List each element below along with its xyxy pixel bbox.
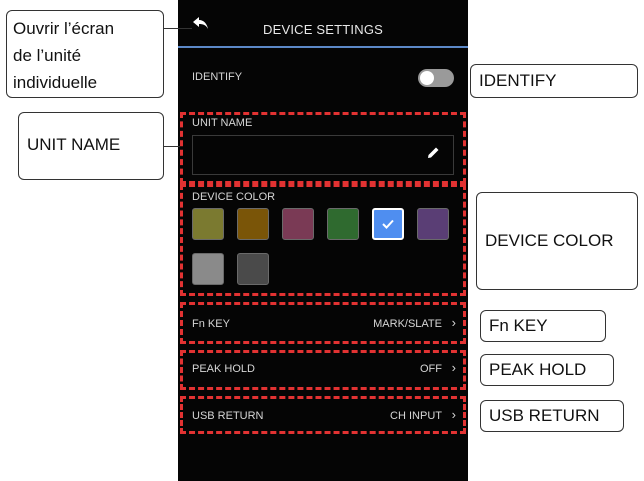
device-color-highlight <box>180 184 466 296</box>
peak-hold-highlight <box>180 350 466 390</box>
callout-fn-key: Fn KEY <box>480 310 606 342</box>
usb-return-highlight <box>180 396 466 434</box>
callout-leader <box>164 146 180 147</box>
fn-key-highlight <box>180 302 466 344</box>
identify-label: IDENTIFY <box>192 71 243 83</box>
identify-toggle[interactable] <box>418 69 454 87</box>
callout-identify: IDENTIFY <box>470 64 638 98</box>
callout-leader <box>164 28 192 29</box>
screen-title: DEVICE SETTINGS <box>262 22 384 37</box>
header-bar: DEVICE SETTINGS <box>178 0 468 48</box>
callout-usb-return: USB RETURN <box>480 400 624 432</box>
callout-device-color: DEVICE COLOR <box>476 192 638 290</box>
callout-peak-hold: PEAK HOLD <box>480 354 614 386</box>
toggle-knob <box>420 71 434 85</box>
callout-back: Ouvrir l’écran de l’unité individuelle <box>6 10 164 98</box>
unit-name-highlight <box>180 112 466 184</box>
callout-unit-name: UNIT NAME <box>18 112 164 180</box>
